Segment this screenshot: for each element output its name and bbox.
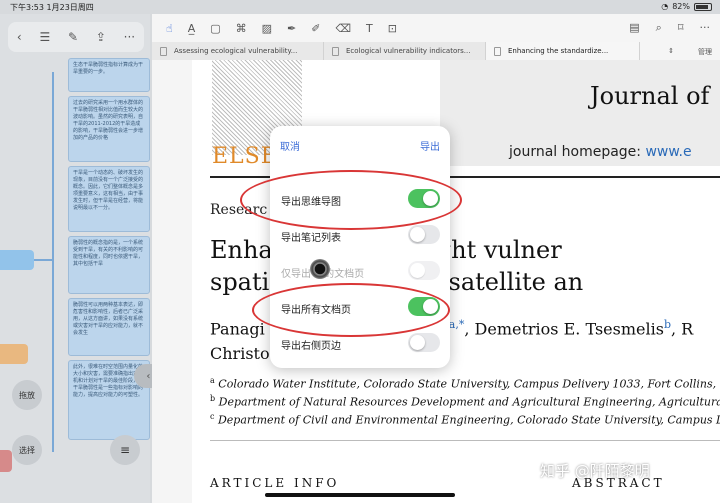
screen: 下午3:53 1月23日周四 ◔ 82% ‹ ☰ ✎ ⇪ ··· 生态干旱脆弱性… [0, 0, 720, 503]
textbox-icon[interactable]: T [366, 22, 373, 35]
mind-map-node[interactable]: 脆弱性可以用两种基本表达，即危害性和影响性，后者已广泛采用，从这方面讲，如果没有… [68, 298, 150, 356]
sort-icon[interactable]: ⇕ [668, 47, 674, 57]
mind-map-panel[interactable]: ‹ ☰ ✎ ⇪ ··· 生态干旱脆弱性指标计算成为干旱重要的一步。 过去的研究采… [0, 14, 150, 503]
notes-toggle[interactable] [408, 225, 440, 244]
mind-map-toggle[interactable] [408, 189, 440, 208]
crop-icon[interactable]: ⊡ [388, 22, 397, 35]
manage-button[interactable]: 管理 [698, 47, 712, 57]
more-icon[interactable]: ··· [124, 30, 135, 44]
article-info-heading: ARTICLE INFO [210, 476, 340, 490]
option-export-all-pages[interactable]: 导出所有文档页 [270, 294, 450, 320]
mind-map-node[interactable]: 过去的研究采用一个用水群体的干旱脆弱性相对比值而生较大的波动影响。虽然的研究表明… [68, 96, 150, 162]
document-tabs: Assessing ecological vulnerability... Ec… [152, 42, 720, 60]
option-export-mind-map[interactable]: 导出思维导图 [270, 186, 450, 212]
layers-icon[interactable]: ≡ [110, 435, 140, 465]
select-button[interactable]: 选择 [12, 435, 42, 465]
mind-map-node[interactable] [0, 344, 28, 364]
highlight-icon[interactable]: A̲ [188, 22, 196, 35]
option-export-notes[interactable]: 导出笔记列表 [270, 222, 450, 248]
annotated-pages-toggle [408, 261, 440, 280]
battery-percent: 82% [672, 2, 690, 11]
document-icon[interactable]: ▤ [629, 21, 639, 35]
more-icon[interactable]: ··· [700, 21, 711, 35]
document-icon [332, 47, 339, 56]
publisher-logo: ELSE [212, 144, 278, 169]
lasso-icon[interactable]: ⌘ [236, 22, 247, 35]
search-icon[interactable]: ⌕ [656, 21, 662, 35]
status-bar: 下午3:53 1月23日周四 ◔ 82% [0, 0, 720, 14]
edit-icon[interactable]: ✎ [68, 30, 78, 44]
mind-map-connector [34, 259, 52, 261]
document-icon [160, 47, 167, 56]
list-icon[interactable]: ☰ [39, 30, 50, 44]
home-indicator[interactable] [265, 493, 455, 497]
affiliation: a Colorado Water Institute, Colorado Sta… [210, 376, 720, 391]
eraser-icon[interactable]: ⌫ [335, 22, 351, 35]
wifi-icon: ◔ [661, 2, 669, 11]
dialog-header: 取消 导出 [270, 126, 450, 164]
share-icon[interactable]: ⇪ [96, 30, 106, 44]
homepage-link[interactable]: www.e [645, 144, 691, 160]
right-margin-toggle[interactable] [408, 333, 440, 352]
annotation-toolbar: ☝ A̲ ▢ ⌘ ▨ ✒ ✐ ⌫ T ⊡ ▤ ⌕ ⌑ ··· [152, 14, 720, 42]
tab-document[interactable]: Ecological vulnerability indicators... [324, 42, 486, 60]
status-time: 下午3:53 [10, 3, 44, 12]
option-export-annotated-pages: 仅导出 过的文档页 [270, 258, 450, 284]
mind-map-node[interactable] [0, 450, 12, 472]
mind-map-node[interactable]: 干旱是一个动态的、破坏发生的现象，目前没有一个广泛接受的概念。因此，它们整体概念… [68, 166, 150, 232]
tab-document[interactable]: Assessing ecological vulnerability... [152, 42, 324, 60]
status-date: 1月23日周四 [46, 3, 94, 12]
mind-map-connector [52, 72, 54, 452]
rectangle-icon[interactable]: ▢ [210, 22, 220, 35]
tab-document-active[interactable]: Enhancing the standardize... [486, 42, 640, 60]
drag-button[interactable]: 拖放 [12, 380, 42, 410]
mind-map-node[interactable]: 生态干旱脆弱性指标计算成为干旱重要的一步。 [68, 58, 150, 92]
article-type: Researc [210, 202, 268, 218]
cancel-button[interactable]: 取消 [280, 138, 300, 153]
affiliation: b Department of Natural Resources Develo… [210, 394, 720, 409]
authors-line: Christo [210, 344, 270, 363]
divider [210, 440, 720, 441]
hand-icon[interactable]: ☝ [166, 22, 173, 35]
mind-map-toolbar: ‹ ☰ ✎ ⇪ ··· [8, 22, 144, 52]
touch-indicator-icon [310, 259, 330, 279]
pen-icon[interactable]: ✒ [287, 22, 296, 35]
journal-homepage: journal homepage: www.e [509, 144, 692, 160]
marker-icon[interactable]: ✐ [311, 22, 320, 35]
export-button[interactable]: 导出 [420, 138, 440, 153]
image-icon[interactable]: ▨ [262, 22, 272, 35]
export-dialog: 取消 导出 导出思维导图 导出笔记列表 仅导出 过的文档页 导出所有文档页 导出… [270, 126, 450, 368]
document-icon [494, 47, 501, 56]
mind-map-root-node[interactable] [0, 250, 34, 270]
journal-title: Journal of [590, 82, 710, 110]
watermark: 知乎 @阡陌黎明 [540, 462, 650, 480]
battery-icon [694, 2, 712, 11]
option-export-right-margin[interactable]: 导出右侧页边 [270, 330, 450, 356]
bookmark-icon[interactable]: ⌑ [678, 21, 684, 35]
affiliation: c Department of Civil and Environmental … [210, 412, 720, 427]
back-icon[interactable]: ‹ [17, 30, 22, 44]
mind-map-node[interactable]: 脆弱性的概念指的是，一个系统受到干旱，有关的不利影响的可能性和程度，同时也依据干… [68, 236, 150, 294]
all-pages-toggle[interactable] [408, 297, 440, 316]
